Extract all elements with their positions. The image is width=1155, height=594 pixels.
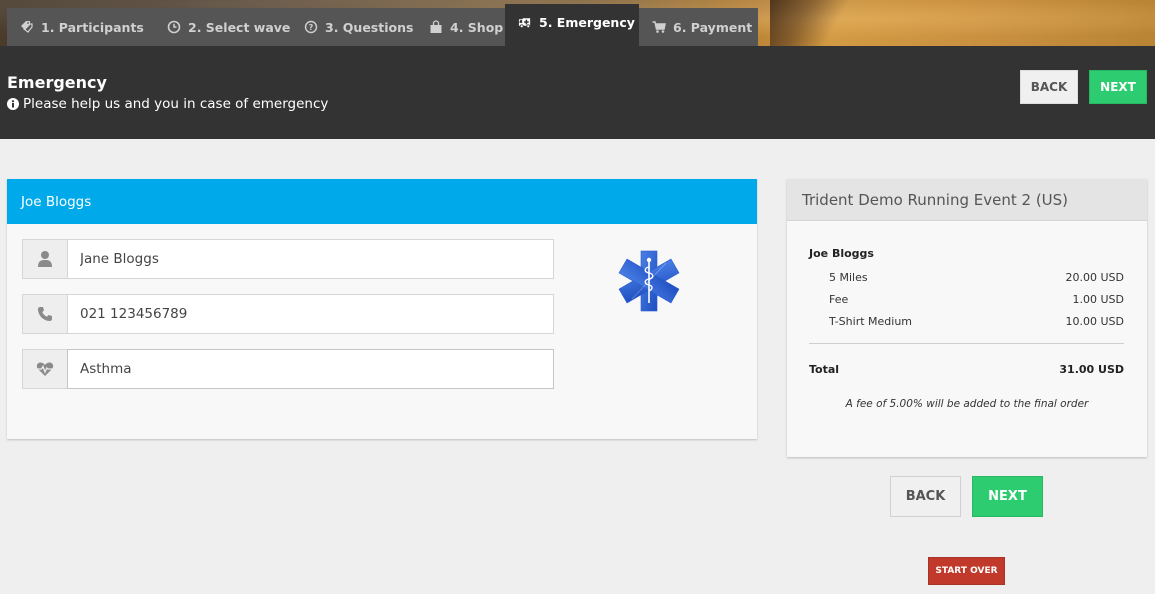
- line-item-label: T-Shirt Medium: [829, 315, 913, 328]
- tab-label: 5. Emergency: [539, 14, 635, 30]
- next-button-top[interactable]: NEXT: [1089, 70, 1147, 104]
- total-label: Total: [809, 363, 840, 376]
- line-item: T-Shirt Medium 10.00 USD: [829, 315, 1124, 328]
- tab-label: 1. Participants: [41, 19, 144, 35]
- page-subtitle: Please help us and you in case of emerge…: [7, 96, 328, 112]
- medical-condition-field: [22, 349, 554, 389]
- info-circle-icon: [7, 98, 19, 110]
- summary-divider: [809, 343, 1124, 344]
- emergency-contact-phone-field: [22, 294, 554, 334]
- summary-total: Total 31.00 USD: [809, 363, 1124, 376]
- total-amount: 31.00 USD: [1059, 363, 1124, 376]
- question-circle-icon: ?: [304, 20, 318, 34]
- line-item: Fee 1.00 USD: [829, 293, 1124, 306]
- event-title: Trident Demo Running Event 2 (US): [787, 179, 1147, 221]
- participant-name-header: Joe Bloggs: [7, 179, 757, 224]
- tag-icon: [20, 20, 34, 34]
- participant-panel: Joe Bloggs: [7, 179, 757, 439]
- line-item-amount: 20.00 USD: [1065, 271, 1125, 284]
- emergency-contact-name-input[interactable]: [67, 239, 554, 279]
- tab-payment[interactable]: 6. Payment: [639, 8, 758, 46]
- step-tabs: 1. Participants 2. Select wave ? 3. Ques…: [7, 4, 758, 46]
- page-title: Emergency: [7, 73, 107, 92]
- line-item-amount: 10.00 USD: [1065, 315, 1125, 328]
- tab-questions[interactable]: ? 3. Questions: [291, 8, 416, 46]
- line-item-label: 5 Miles: [829, 271, 868, 284]
- tab-participants[interactable]: 1. Participants: [7, 8, 154, 46]
- user-icon: [22, 239, 67, 279]
- tab-emergency[interactable]: 5. Emergency: [505, 4, 639, 46]
- back-button[interactable]: BACK: [890, 476, 961, 517]
- next-button[interactable]: NEXT: [972, 476, 1043, 517]
- svg-text:?: ?: [309, 23, 314, 32]
- clock-icon: [167, 20, 181, 34]
- tab-label: 3. Questions: [325, 19, 414, 35]
- shopping-bag-icon: [429, 20, 443, 34]
- line-item: 5 Miles 20.00 USD: [829, 271, 1124, 284]
- cart-icon: [652, 20, 666, 34]
- line-item-amount: 1.00 USD: [1072, 293, 1125, 306]
- tab-label: 6. Payment: [673, 19, 753, 35]
- fee-note: A fee of 5.00% will be added to the fina…: [845, 398, 1089, 410]
- emergency-contact-name-field: [22, 239, 554, 279]
- tab-shop[interactable]: 4. Shop: [416, 8, 505, 46]
- emergency-contact-phone-input[interactable]: [67, 294, 554, 334]
- start-over-button[interactable]: START OVER: [928, 557, 1005, 585]
- subtitle-text: Please help us and you in case of emerge…: [23, 96, 329, 112]
- order-summary: Trident Demo Running Event 2 (US) Joe Bl…: [787, 179, 1147, 457]
- medical-condition-input[interactable]: [67, 349, 554, 389]
- star-of-life-icon: [618, 250, 680, 312]
- ambulance-icon: [518, 15, 532, 29]
- heartbeat-icon: [22, 349, 67, 389]
- tab-label: 2. Select wave: [188, 19, 291, 35]
- phone-icon: [22, 294, 67, 334]
- back-button-top[interactable]: BACK: [1020, 70, 1078, 104]
- page-header: Emergency Please help us and you in case…: [0, 46, 1155, 139]
- line-item-label: Fee: [829, 293, 849, 306]
- tab-select-wave[interactable]: 2. Select wave: [154, 8, 291, 46]
- summary-participant-name: Joe Bloggs: [809, 247, 874, 260]
- tab-label: 4. Shop: [450, 19, 504, 35]
